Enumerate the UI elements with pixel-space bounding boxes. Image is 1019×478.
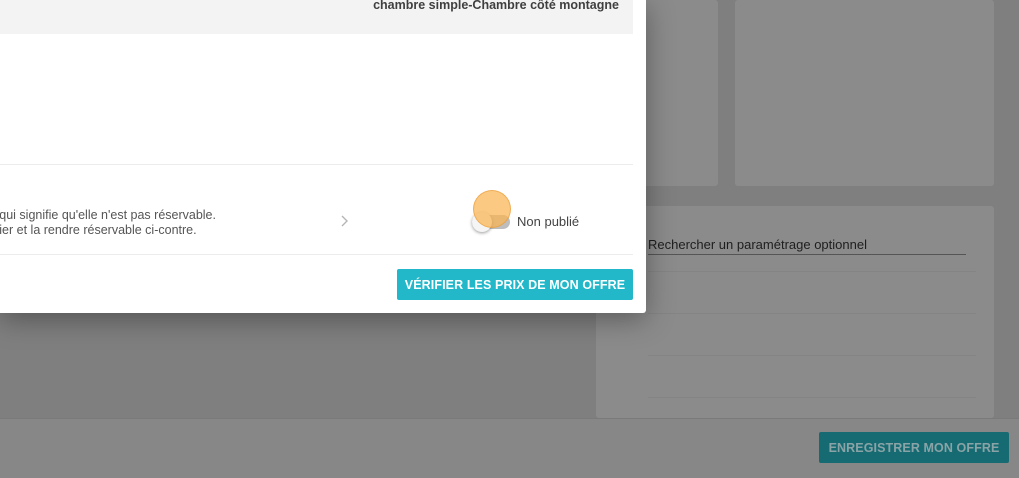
list-divider [648,313,976,314]
publish-status-label: Non publié [517,214,580,229]
verify-prices-button[interactable]: VÉRIFIER LES PRIX DE MON OFFRE [397,269,633,300]
toggle-knob [472,212,492,232]
status-line: qui signifie qu'elle n'est pas réservabl… [0,208,216,222]
section-divider [0,254,633,255]
chevron-right-icon [341,215,348,227]
publish-toggle[interactable] [472,212,510,232]
room-header: chambre simple-Chambre côté montagne [0,0,633,34]
offer-modal: chambre simple-Chambre côté montagne qui… [0,0,646,313]
save-offer-button[interactable]: ENREGISTRER MON OFFRE [819,432,1009,463]
room-name: chambre simple-Chambre côté montagne [373,0,619,12]
list-divider [648,397,976,398]
optional-settings-search[interactable] [648,234,966,255]
background-card [735,0,994,186]
list-divider [648,271,976,272]
list-divider [648,355,976,356]
status-line: ier et la rendre réservable ci-contre. [0,223,197,237]
search-input[interactable] [648,234,966,254]
section-divider [0,164,633,165]
publication-status-text: qui signifie qu'elle n'est pas réservabl… [0,208,216,238]
